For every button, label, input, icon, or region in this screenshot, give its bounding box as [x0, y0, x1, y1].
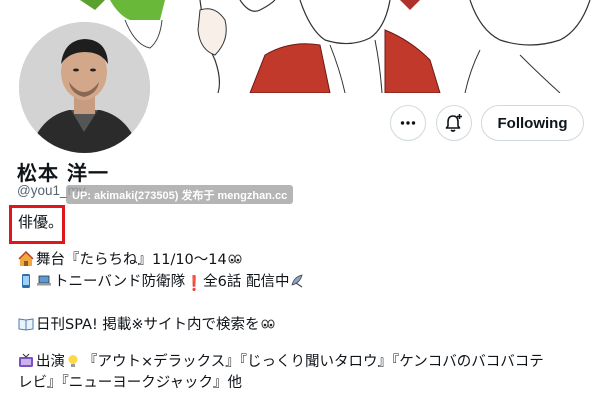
bio-series-info: 全6話 配信中: [203, 274, 290, 290]
bio-line-appearances: 出演 『アウト×デラックス』『じっくり聞いタロウ』『ケンコバのバコバコテ: [18, 352, 544, 372]
avatar[interactable]: [15, 18, 154, 157]
more-horizontal-icon: [400, 121, 416, 125]
bio-line-series: トニーバンド防衛隊❗全6話 配信中: [18, 272, 308, 294]
bio-appearance-shows: 『アウト×デラックス』『じっくり聞いタロウ』『ケンコバのバコバコテ: [83, 354, 544, 370]
following-button[interactable]: Following: [481, 105, 584, 141]
watermark-overlay: UP: akimaki(273505) 发布于 mengzhan.cc: [66, 185, 294, 204]
bio-magazine-text: 日刊SPA! 掲載※サイト内で検索を: [36, 317, 260, 333]
bio-appearance-label: 出演: [36, 354, 65, 370]
more-button[interactable]: [390, 105, 426, 141]
bio-series-text: トニーバンド防衛隊: [54, 274, 186, 290]
notify-button[interactable]: [436, 105, 472, 141]
bio-appearance-shows-cont: レビ』『ニューヨークジャック』他: [18, 375, 243, 391]
light-bulb-icon: [68, 355, 78, 367]
occupation-text: 俳優。: [18, 213, 64, 231]
avatar-photo: [19, 22, 150, 153]
house-icon: [18, 251, 34, 266]
eyes-icon: [261, 319, 275, 329]
exclamation-icon: ❗: [185, 276, 204, 292]
bio-line-magazine: 日刊SPA! 掲載※サイト内で検索を: [18, 315, 278, 335]
bio-line-stage: 舞台『たらちね』11/10～14: [18, 250, 245, 270]
satellite-dish-icon: [290, 274, 303, 288]
open-book-icon: [18, 318, 34, 331]
bell-plus-icon: [445, 114, 462, 132]
eyes-icon: [228, 254, 242, 264]
laptop-icon: [37, 275, 51, 286]
bio-line-appearances-cont: レビ』『ニューヨークジャック』他: [18, 373, 242, 393]
mobile-phone-icon: [22, 274, 30, 288]
television-icon: [19, 353, 33, 367]
display-name: 松本 洋一: [17, 161, 109, 185]
bio-stage-text: 舞台『たらちね』11/10～14: [36, 252, 227, 268]
